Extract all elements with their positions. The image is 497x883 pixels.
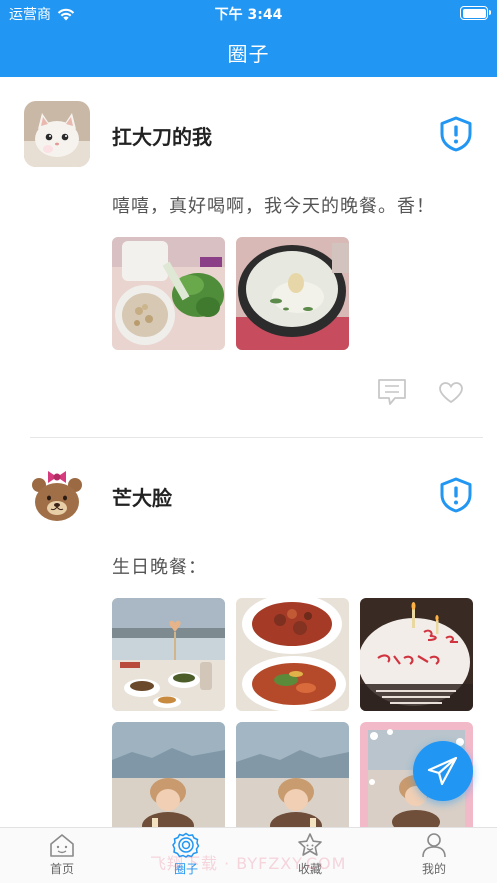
comment-icon[interactable]	[376, 377, 408, 407]
shield-alert-icon[interactable]	[439, 477, 473, 513]
tab-circle[interactable]: 圈子	[146, 832, 226, 877]
page-title: 圈子	[227, 42, 270, 66]
battery-icon	[460, 6, 491, 20]
dishes-photo[interactable]	[236, 598, 349, 711]
tab-circle-label: 圈子	[173, 862, 198, 876]
shield-alert-icon[interactable]	[439, 116, 473, 152]
status-bar: 运营商 下午 3:44	[0, 0, 497, 26]
post-username[interactable]: 芒大脸	[112, 482, 172, 511]
status-time: 下午 3:44	[214, 7, 283, 23]
circle-icon	[172, 832, 200, 858]
star-icon	[298, 833, 322, 856]
heart-icon[interactable]	[438, 381, 464, 405]
post-username[interactable]: 扛大刀的我	[112, 121, 212, 150]
feed[interactable]: 扛大刀的我 嘻嘻，真好喝啊，我今天的晚餐。香！ 芒大脸 生日晚餐：	[0, 77, 497, 827]
brown-bear-avatar[interactable]	[24, 462, 90, 528]
tab-favorites-label: 收藏	[297, 862, 322, 876]
top-bar: 运营商 下午 3:44 圈子	[0, 0, 497, 77]
birthday-cake-photo[interactable]	[360, 598, 473, 711]
tab-home[interactable]: 首页	[22, 832, 102, 877]
tab-home-label: 首页	[49, 862, 74, 876]
restaurant-table-photo[interactable]	[112, 598, 225, 711]
child-birthday-photo-1[interactable]	[112, 722, 225, 827]
post-text: 嘻嘻，真好喝啊，我今天的晚餐。香！	[112, 196, 435, 217]
tab-me[interactable]: 我的	[394, 832, 474, 877]
child-birthday-photo-2[interactable]	[236, 722, 349, 827]
paper-plane-icon	[427, 756, 458, 786]
post-divider	[30, 437, 483, 438]
home-icon	[50, 834, 74, 857]
person-icon	[422, 833, 446, 858]
tab-bar: 首页 圈子 收藏 我的 飞翔下载 · BYFZXY.COM	[0, 827, 497, 883]
white-cat-avatar[interactable]	[24, 101, 90, 167]
send-post-button[interactable]	[413, 741, 473, 801]
food-prep-photo[interactable]	[112, 237, 225, 350]
tab-me-label: 我的	[421, 862, 446, 876]
post-text: 生日晚餐：	[112, 557, 207, 578]
tab-favorites[interactable]: 收藏	[270, 832, 350, 877]
soup-pot-photo[interactable]	[236, 237, 349, 350]
